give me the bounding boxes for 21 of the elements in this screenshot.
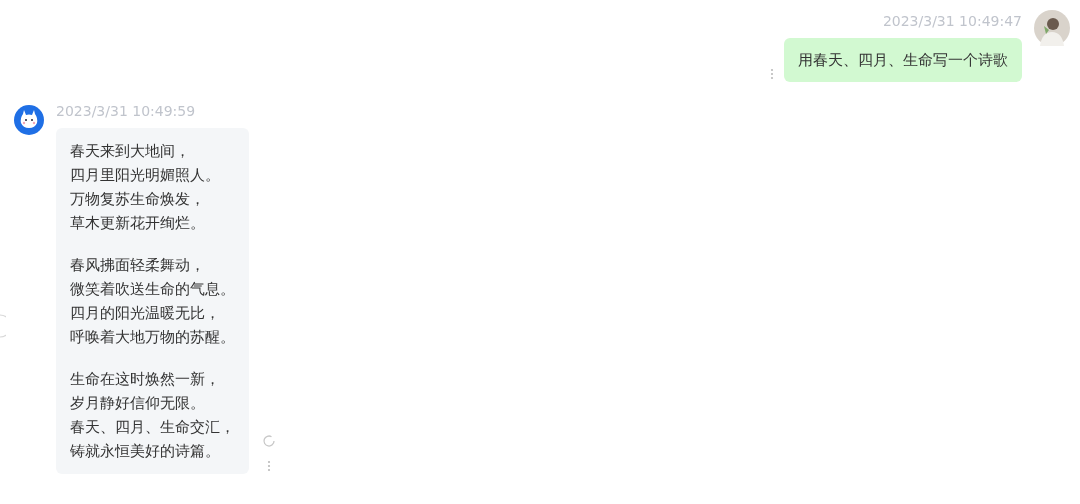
message-text: 用春天、四月、生命写一个诗歌 <box>798 50 1008 71</box>
message-text: 春天来到大地间， <box>70 141 191 162</box>
collapse-handle-icon[interactable] <box>0 314 6 338</box>
message-text: 春天、四月、生命交汇， <box>70 417 235 438</box>
message-text: 四月的阳光温暖无比， <box>70 303 221 324</box>
message-text: 春风拂面轻柔舞动， <box>70 255 206 276</box>
message-text: 微笑着吹送生命的气息。 <box>70 279 235 300</box>
message-text: 草木更新花开绚烂。 <box>70 213 206 234</box>
message-text: 呼唤着大地万物的苏醒。 <box>70 327 235 348</box>
bot-avatar-icon <box>14 105 44 135</box>
avatar-icon <box>1034 10 1070 46</box>
more-icon[interactable] <box>770 68 774 80</box>
message-text: 铸就永恒美好的诗篇。 <box>70 441 221 462</box>
message-timestamp: 2023/3/31 10:49:47 <box>882 12 1022 30</box>
more-icon[interactable] <box>267 460 271 472</box>
message-text: 岁月静好信仰无限。 <box>70 393 206 414</box>
message-text: 万物复苏生命焕发， <box>70 189 206 210</box>
message-text: 生命在这时焕然一新， <box>70 369 221 390</box>
refresh-icon[interactable] <box>262 434 276 448</box>
message-text: 四月里阳光明媚照人。 <box>70 165 221 186</box>
message-timestamp: 2023/3/31 10:49:59 <box>56 102 196 120</box>
